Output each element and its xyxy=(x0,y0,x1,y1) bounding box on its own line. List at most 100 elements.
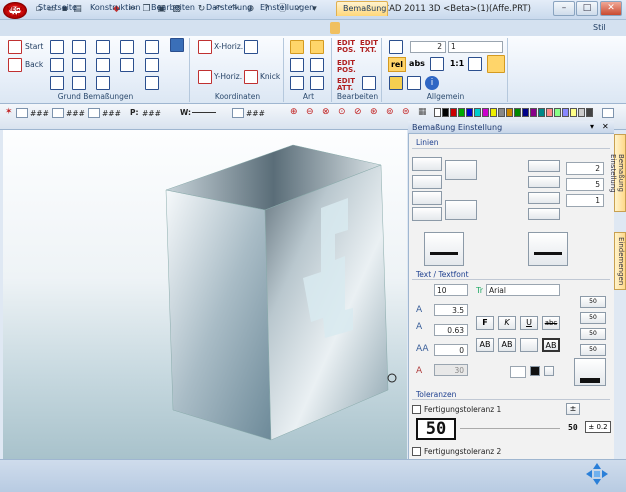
abs-button[interactable]: abs xyxy=(408,57,426,72)
tab-startseite[interactable]: Startseite xyxy=(32,1,83,16)
dim-horizontal-icon[interactable] xyxy=(50,40,64,54)
dim-settings-icon[interactable] xyxy=(487,55,505,73)
tolerance-value[interactable]: ± 0.2 xyxy=(585,421,611,433)
text-frame-button[interactable]: AB xyxy=(476,338,494,352)
snap-icon[interactable]: ✶ xyxy=(5,107,13,117)
pan-icon[interactable]: ⊘ xyxy=(354,107,362,117)
dim-angle-icon[interactable] xyxy=(72,76,86,90)
dim-vertical-icon[interactable] xyxy=(50,58,64,72)
p-field[interactable]: ### xyxy=(142,109,161,118)
dim-point-icon[interactable] xyxy=(72,40,86,54)
text-spacing-input[interactable]: 0 xyxy=(434,344,468,356)
dim-radius-icon[interactable] xyxy=(96,58,110,72)
swatch-darkgreen[interactable] xyxy=(514,108,521,117)
back-button[interactable]: Back xyxy=(25,59,43,71)
tolerance-2-checkbox[interactable] xyxy=(412,447,421,456)
y-horizontal-button[interactable]: Y-Horiz. xyxy=(214,71,242,83)
swatch-lightyellow[interactable] xyxy=(570,108,577,117)
edit-extra-icon[interactable] xyxy=(362,76,376,90)
start-button[interactable]: Start xyxy=(25,41,43,53)
y-horizontal-icon[interactable] xyxy=(198,70,212,84)
scale-1-1-button[interactable]: 1:1 xyxy=(448,57,466,72)
zoom-all-icon[interactable]: ⊙ xyxy=(338,107,346,117)
line-50-button[interactable] xyxy=(528,208,560,220)
dim-table-icon[interactable] xyxy=(170,38,184,52)
dim-circle-icon[interactable] xyxy=(120,40,134,54)
font-bold-button[interactable]: F xyxy=(476,316,494,330)
swatch-cyan[interactable] xyxy=(474,108,481,117)
settings-grid-icon[interactable] xyxy=(407,76,421,90)
layer-icon[interactable] xyxy=(16,108,28,118)
close-button[interactable]: ✕ xyxy=(600,1,622,16)
navigation-cross-icon[interactable] xyxy=(585,462,609,486)
panel-pin-icon[interactable]: ▾ xyxy=(590,122,594,131)
swatch-orange[interactable] xyxy=(506,108,513,117)
swatch-blue[interactable] xyxy=(466,108,473,117)
group-field[interactable]: ### xyxy=(66,109,85,118)
swatch-red[interactable] xyxy=(450,108,457,117)
zoom-out-icon[interactable]: ⊖ xyxy=(306,107,314,117)
dim-corner-icon[interactable] xyxy=(145,76,159,90)
app-logo-icon[interactable]: MEGA CAD xyxy=(3,2,27,19)
font-underline-button[interactable]: U xyxy=(520,316,538,330)
list-icon[interactable] xyxy=(389,40,403,54)
swatch-lightblue[interactable] xyxy=(562,108,569,117)
folder-icon[interactable] xyxy=(389,76,403,90)
ruler-icon[interactable] xyxy=(468,57,482,71)
zoom-window-icon[interactable]: ⊗ xyxy=(322,107,330,117)
dim-arrow-icon[interactable] xyxy=(145,40,159,54)
line-L-button[interactable] xyxy=(528,160,560,172)
line-width-preview[interactable] xyxy=(192,112,216,113)
line-value-3[interactable]: 1 xyxy=(566,194,604,207)
font-italic-button[interactable]: K xyxy=(498,316,516,330)
tolerance-slider-track[interactable] xyxy=(460,428,560,429)
text-box-button[interactable] xyxy=(520,338,538,352)
text-pos-above-button[interactable]: 50 xyxy=(580,296,606,308)
swatch-lightgray[interactable] xyxy=(578,108,585,117)
text-height-input[interactable]: 3.5 xyxy=(434,304,468,316)
tab-konstruktion[interactable]: Konstruktion xyxy=(84,1,146,16)
text-color-select[interactable] xyxy=(510,366,526,378)
measure-icon[interactable]: ⊜ xyxy=(402,107,410,117)
allgemein-value-select[interactable]: 2 xyxy=(410,41,446,53)
minimize-button[interactable]: – xyxy=(553,1,575,16)
tab-bearbeiten[interactable]: Bearbeiten xyxy=(145,1,201,16)
panel-close-icon[interactable]: ✕ xyxy=(602,122,609,131)
view-icon[interactable]: ⊛ xyxy=(370,107,378,117)
art-auto-icon[interactable] xyxy=(310,40,324,54)
text-color-swatch[interactable] xyxy=(530,366,540,376)
font-family-select[interactable]: Arial xyxy=(486,284,560,296)
side-tab-eindemengen[interactable]: Eindemengen xyxy=(614,232,626,290)
tab-darstellung[interactable]: Darstellung xyxy=(200,1,258,16)
group-icon[interactable] xyxy=(52,108,64,118)
swatch-teal[interactable] xyxy=(538,108,545,117)
line-gap-button[interactable] xyxy=(528,192,560,204)
text-width-input[interactable]: 0.63 xyxy=(434,324,468,336)
edit-txt-button[interactable]: EDIT TXT. xyxy=(360,40,380,54)
style-menu[interactable]: Stil xyxy=(593,23,606,32)
dim-arc-icon[interactable] xyxy=(96,76,110,90)
x-horizontal-button[interactable]: X-Horiz. xyxy=(214,41,243,53)
knick-icon[interactable] xyxy=(244,70,258,84)
rotate-icon[interactable]: ⊚ xyxy=(386,107,394,117)
swatch-navy[interactable] xyxy=(522,108,529,117)
hatch-icon[interactable] xyxy=(232,108,244,118)
line-ext-left-button[interactable] xyxy=(412,157,442,171)
line-L-offset-button[interactable] xyxy=(528,176,560,188)
swatch-yellow[interactable] xyxy=(490,108,497,117)
swatch-magenta[interactable] xyxy=(482,108,489,117)
maximize-button[interactable]: □ xyxy=(576,1,598,16)
3d-viewport[interactable] xyxy=(3,130,407,459)
swatch-darkgray[interactable] xyxy=(586,108,593,117)
art-stack-icon[interactable] xyxy=(310,76,324,90)
tolerance-plusminus-button[interactable]: ± xyxy=(566,403,580,415)
edit-pos-button[interactable]: EDIT POS. xyxy=(337,40,357,54)
line-preview-left[interactable] xyxy=(424,232,464,266)
swatch-gray[interactable] xyxy=(498,108,505,117)
zoom-in-icon[interactable]: ⊕ xyxy=(290,107,298,117)
info-icon[interactable]: i xyxy=(425,76,439,90)
knick-button[interactable]: Knick xyxy=(260,71,280,83)
line-ext-none-button[interactable] xyxy=(412,191,442,205)
line-arrow-style-button[interactable] xyxy=(445,160,477,180)
swatch-lightgreen[interactable] xyxy=(554,108,561,117)
